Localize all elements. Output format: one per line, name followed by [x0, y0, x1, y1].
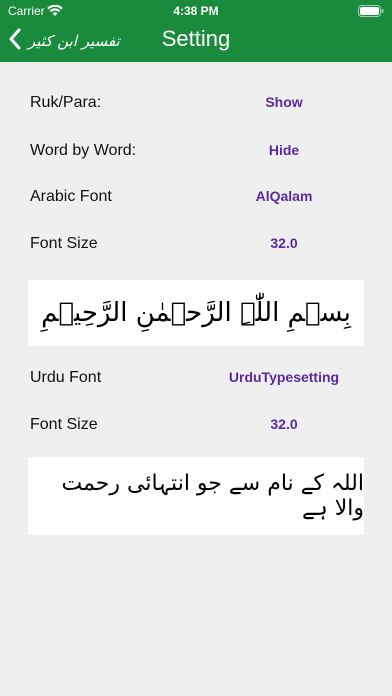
urdu-font-size-selector[interactable]: 32.0 — [194, 416, 374, 432]
setting-label: Ruk/Para: — [30, 94, 102, 111]
arabic-font-size-selector[interactable]: 32.0 — [194, 235, 374, 251]
page-title: Setting — [161, 26, 231, 51]
setting-label: Font Size — [30, 235, 98, 252]
word-by-word-toggle[interactable]: Hide — [194, 142, 374, 158]
arabic-font-selector[interactable]: AlQalam — [194, 188, 374, 204]
setting-row-arabic-font-size: Font Size 32.0 — [0, 221, 392, 267]
setting-row-ruk-para: Ruk/Para: Show — [0, 80, 392, 126]
app-header: Carrier 4:38 PM تفسیر ابن کثیر Setting — [0, 0, 392, 62]
urdu-font-preview: اللہ کے نام سے جو انتہائی رحمت والا ہے — [28, 457, 364, 535]
status-bar: Carrier 4:38 PM — [0, 0, 392, 22]
ruk-para-toggle[interactable]: Show — [194, 94, 374, 110]
setting-row-urdu-font-size: Font Size 32.0 — [0, 402, 392, 448]
setting-label: Font Size — [30, 416, 98, 433]
navigation-bar: تفسیر ابن کثیر Setting — [0, 22, 392, 62]
setting-row-urdu-font: Urdu Font UrduTypesetting — [0, 355, 392, 401]
setting-row-word-by-word: Word by Word: Hide — [0, 128, 392, 174]
setting-label: Arabic Font — [30, 188, 112, 205]
setting-label: Urdu Font — [30, 369, 102, 386]
battery-icon — [358, 5, 384, 20]
urdu-font-selector[interactable]: UrduTypesetting — [194, 369, 374, 385]
arabic-font-preview: بِسۡمِ اللّٰہِ الرَّحۡمٰنِ الرَّحِیۡمِ — [28, 280, 364, 346]
setting-label: Word by Word: — [30, 142, 137, 159]
setting-row-arabic-font: Arabic Font AlQalam — [0, 174, 392, 220]
status-time: 4:38 PM — [173, 4, 219, 18]
